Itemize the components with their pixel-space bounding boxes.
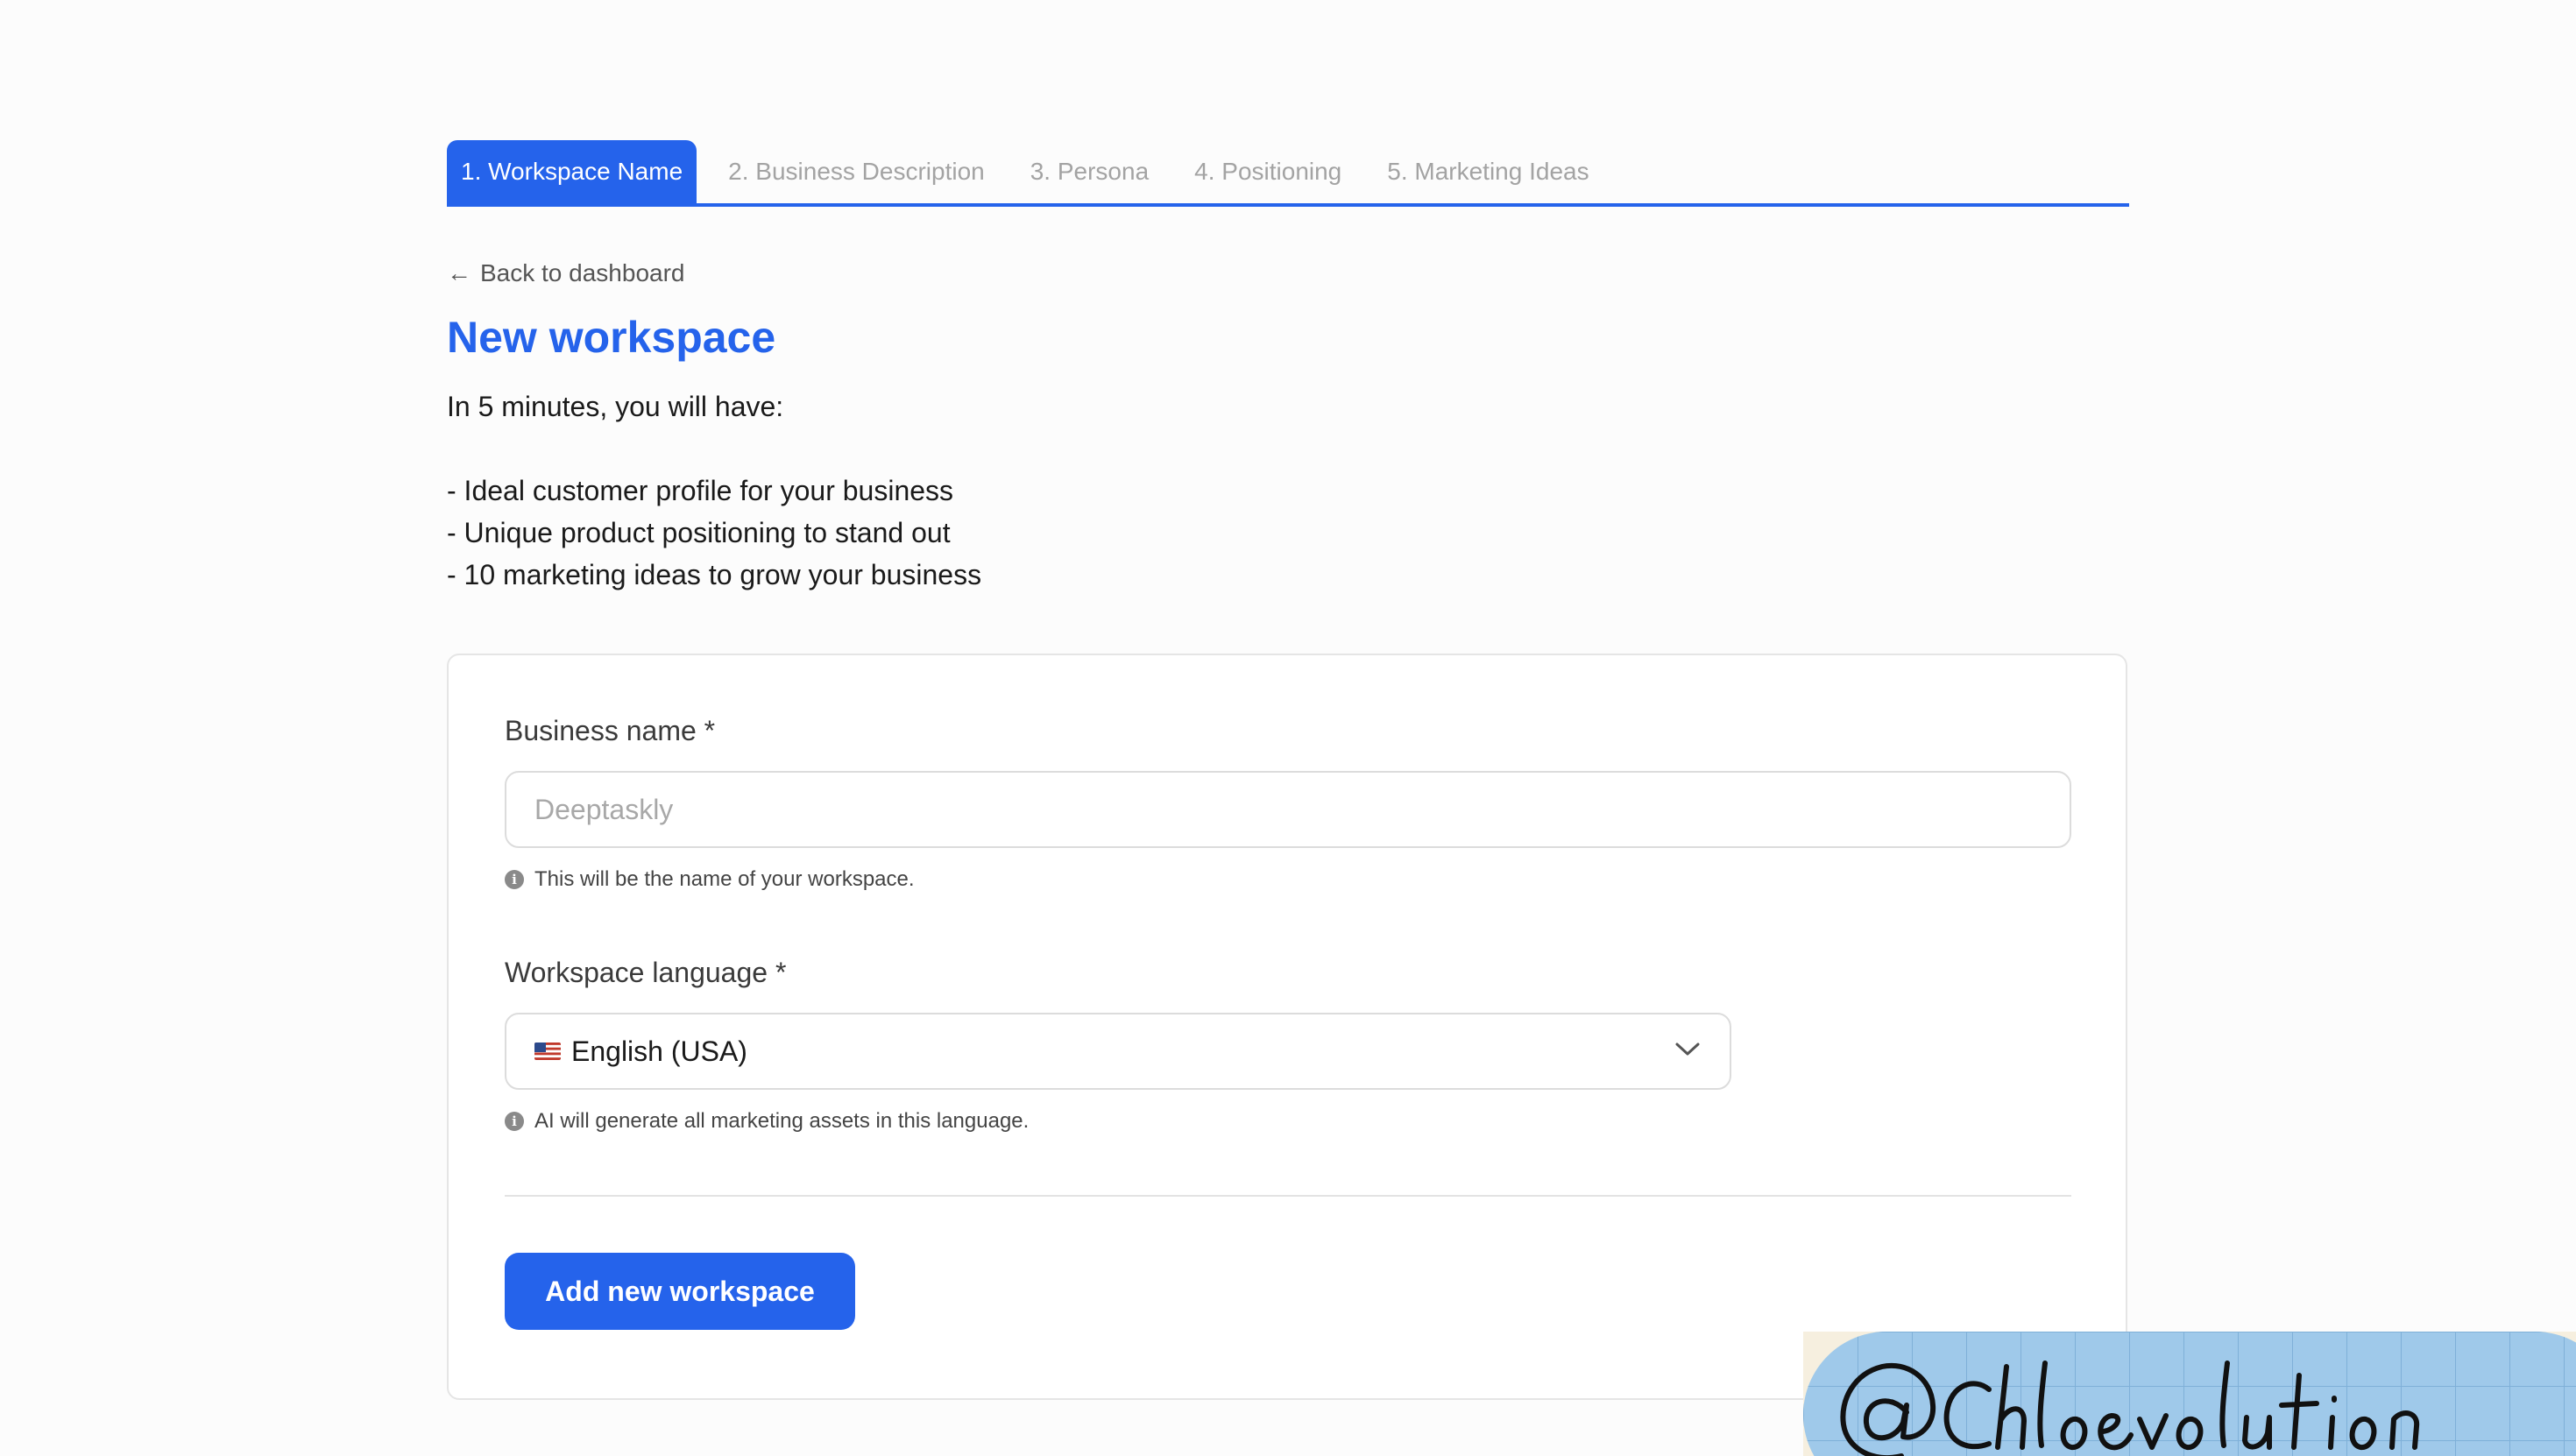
- benefit-item: - Ideal customer profile for your busine…: [447, 475, 954, 506]
- business-name-hint-text: This will be the name of your workspace.: [534, 867, 915, 891]
- info-icon: i: [505, 1112, 524, 1131]
- step-marketing-ideas[interactable]: 5. Marketing Ideas: [1364, 140, 1611, 203]
- business-name-input[interactable]: [505, 771, 2071, 848]
- workspace-form-card: Business name * i This will be the name …: [447, 654, 2127, 1400]
- step-persona[interactable]: 3. Persona: [1008, 140, 1171, 203]
- intro-heading: In 5 minutes, you will have:: [447, 391, 784, 422]
- workspace-language-select[interactable]: English (USA): [505, 1013, 1731, 1090]
- form-divider: [505, 1195, 2071, 1197]
- workspace-language-hint-text: AI will generate all marketing assets in…: [534, 1109, 1030, 1133]
- workspace-language-hint: i AI will generate all marketing assets …: [505, 1109, 1029, 1134]
- benefit-item: - Unique product positioning to stand ou…: [447, 517, 951, 548]
- info-icon: i: [505, 870, 524, 889]
- add-new-workspace-button[interactable]: Add new workspace: [505, 1253, 855, 1330]
- arrow-left-icon: ←: [447, 259, 471, 286]
- business-name-hint: i This will be the name of your workspac…: [505, 867, 915, 892]
- step-positioning[interactable]: 4. Positioning: [1171, 140, 1364, 203]
- new-workspace-page: 1. Workspace Name 2. Business Descriptio…: [0, 0, 2576, 1456]
- intro-text: In 5 minutes, you will have: - Ideal cus…: [447, 385, 981, 596]
- chloevolution-watermark: [1803, 1332, 2576, 1456]
- selected-language: English (USA): [571, 1035, 747, 1067]
- back-link-label: Back to dashboard: [480, 259, 685, 286]
- step-business-description[interactable]: 2. Business Description: [705, 140, 1008, 203]
- business-name-label: Business name *: [505, 715, 716, 746]
- page-title: New workspace: [447, 313, 776, 362]
- us-flag-icon: [534, 1043, 561, 1060]
- back-to-dashboard-link[interactable]: ← Back to dashboard: [447, 259, 685, 287]
- workspace-language-label: Workspace language *: [505, 957, 787, 988]
- step-workspace-name[interactable]: 1. Workspace Name: [447, 140, 697, 203]
- benefit-item: - 10 marketing ideas to grow your busine…: [447, 559, 982, 590]
- onboarding-stepper: 1. Workspace Name 2. Business Descriptio…: [447, 140, 2129, 207]
- chevron-down-icon: [1674, 1041, 1702, 1063]
